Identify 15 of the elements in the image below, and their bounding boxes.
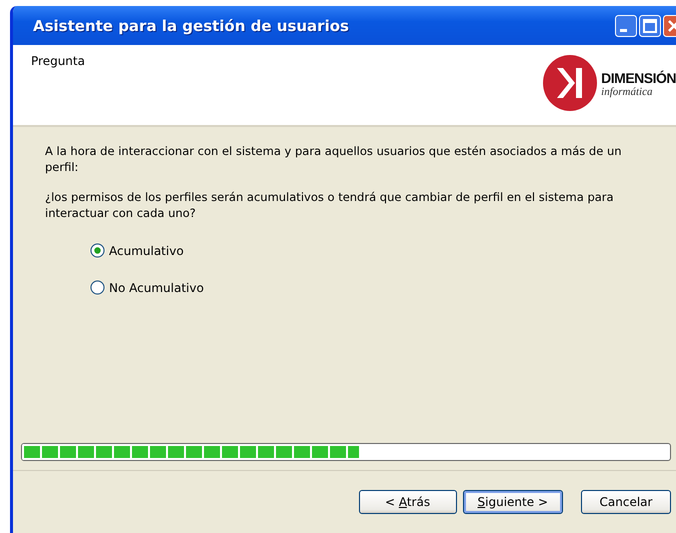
wizard-button[interactable]: Cancelar (581, 490, 671, 514)
step-title: Pregunta (31, 54, 85, 70)
logo-name: DIMENSIÓN (601, 70, 676, 86)
intro-text: A la hora de interaccionar con el sistema y para aquellos usuarios que estén asociados a más de un perfil: (45, 143, 623, 175)
window-title: Asistente para la gestión de usuarios (33, 16, 350, 34)
minimize-icon[interactable] (615, 14, 637, 36)
wizard-button[interactable]: < Atrás (358, 490, 457, 514)
question-text: ¿los permisos de los perfiles serán acumulativos o tendrá que cambiar de perfil en el sistema para interactuar con cada uno? (45, 189, 615, 221)
wizard-button[interactable]: Siguiente > (462, 490, 563, 514)
radio-option[interactable]: No Acumulativo (90, 280, 204, 295)
logo-icon (541, 54, 600, 112)
maximize-icon[interactable] (639, 14, 661, 36)
radio-option[interactable]: Acumulativo (90, 243, 184, 258)
close-icon[interactable] (663, 14, 676, 36)
logo-subtitle: informática (601, 86, 654, 98)
